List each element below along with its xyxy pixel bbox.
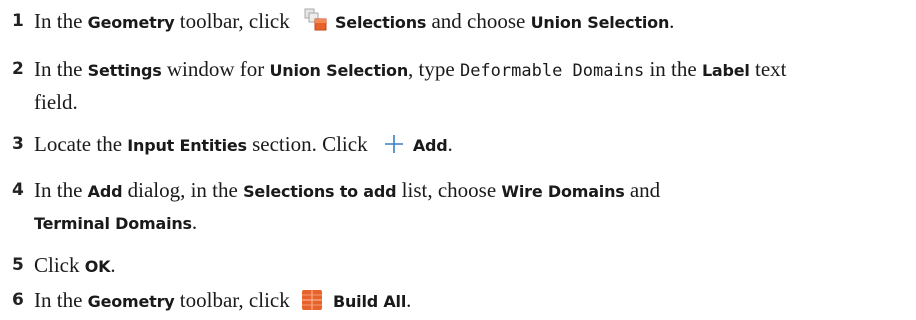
input-entities-ref: Input Entities — [127, 136, 247, 155]
step-text: In the Geometry toolbar, click Build All… — [34, 288, 412, 312]
geometry-toolbar-ref: Geometry — [87, 13, 175, 32]
selections-icon — [303, 7, 329, 33]
step-number: 2 — [12, 59, 24, 79]
wire-domains-ref: Wire Domains — [501, 182, 625, 201]
settings-window-ref: Settings — [87, 61, 162, 80]
union-selection-ref: Union Selection — [269, 61, 409, 80]
selections-to-add-ref: Selections to add — [243, 182, 397, 201]
step-text: Click OK. — [34, 253, 116, 277]
build-all-ref: Build All — [332, 292, 407, 311]
step-text: Locate the Input Entities section. Click… — [34, 132, 453, 156]
geometry-toolbar-ref: Geometry — [87, 292, 175, 311]
typed-value: Deformable Domains — [459, 61, 645, 81]
plus-icon — [383, 133, 405, 155]
selections-menu-ref: Selections — [334, 13, 427, 32]
step-text: In the Add dialog, in the Selections to … — [34, 178, 661, 234]
label-field-ref: Label — [701, 61, 750, 80]
step-number: 6 — [12, 290, 24, 310]
step-number: 5 — [12, 255, 24, 275]
union-selection-ref: Union Selection — [530, 13, 670, 32]
ok-button-ref: OK — [84, 257, 111, 276]
terminal-domains-ref: Terminal Domains — [34, 214, 192, 233]
step-text: In the Geometry toolbar, click Selection… — [34, 7, 675, 33]
step-text: In the Settings window for Union Selecti… — [34, 57, 787, 114]
step-number: 1 — [12, 11, 24, 31]
step-number: 3 — [12, 134, 24, 154]
add-dialog-ref: Add — [87, 182, 123, 201]
add-button-ref: Add — [412, 136, 448, 155]
step-number: 4 — [12, 180, 24, 200]
build-all-icon — [301, 289, 323, 311]
